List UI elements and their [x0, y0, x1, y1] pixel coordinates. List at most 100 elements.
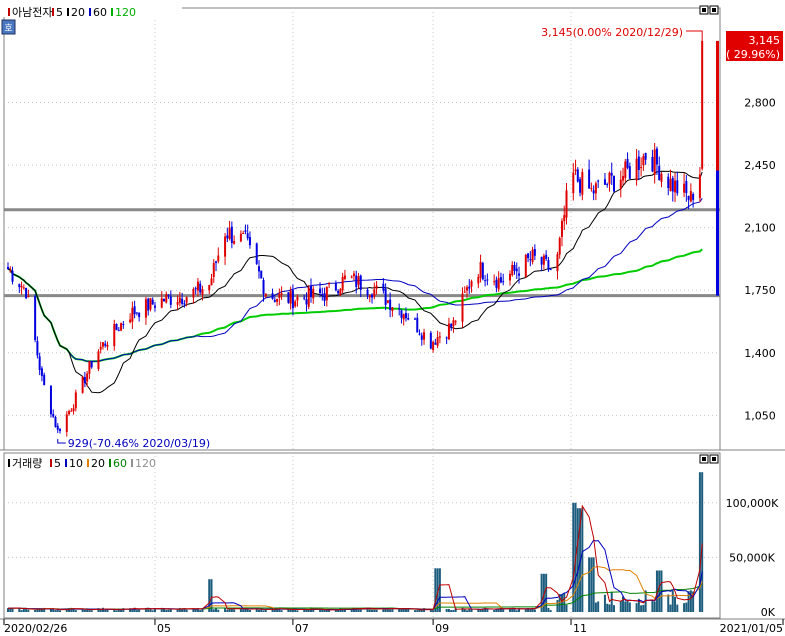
candle-body: [590, 188, 593, 190]
volume-bar: [547, 607, 550, 612]
price-legend-marker: [67, 8, 69, 16]
volume-bar: [594, 602, 597, 612]
candle-body: [215, 261, 218, 263]
candle-body: [581, 172, 584, 195]
volume-bar: [592, 557, 595, 612]
volume-bar: [9, 608, 12, 612]
volume-bar: [248, 609, 251, 612]
candle-body: [129, 319, 132, 323]
volume-bar: [603, 594, 606, 612]
candle-body: [701, 40, 704, 169]
volume-bar: [176, 609, 179, 612]
candle-body: [626, 158, 629, 168]
candle-body: [350, 276, 353, 278]
candle-body: [257, 266, 260, 272]
volume-bar: [676, 604, 679, 612]
candle-body: [255, 243, 258, 264]
volume-bar: [305, 609, 308, 612]
candle-body: [273, 299, 276, 302]
volume-bar: [217, 609, 220, 612]
current-bar-down: [716, 170, 719, 296]
volume-bar: [486, 609, 489, 612]
candle-body: [7, 267, 9, 269]
candle-body: [352, 273, 355, 277]
x-axis-label: 07: [295, 622, 309, 635]
candle-body: [572, 172, 575, 194]
volume-bar: [468, 609, 471, 612]
candle-body: [36, 340, 39, 356]
x-axis-label: 2021/01/05: [720, 622, 783, 635]
candle-body: [343, 275, 346, 279]
volume-legend-marker: [131, 459, 133, 467]
volume-bar: [371, 609, 374, 612]
price-tick-label: 1,750: [744, 284, 776, 297]
candle-body: [463, 291, 466, 293]
candle-body: [217, 255, 220, 262]
candle-body: [11, 270, 14, 282]
volume-bar: [524, 609, 527, 612]
candle-body: [588, 169, 591, 189]
candle-body: [167, 294, 170, 296]
volume-tick-label: 0K: [761, 606, 776, 619]
candle-body: [438, 336, 441, 338]
current-bar-up: [716, 40, 719, 171]
volume-bar: [653, 601, 656, 612]
volume-bar: [319, 610, 322, 612]
volume-bar: [624, 601, 627, 612]
candle-body: [135, 312, 138, 314]
candle-body: [375, 285, 378, 289]
volume-bar: [466, 610, 469, 612]
candle-body: [499, 277, 502, 283]
candle-body: [549, 269, 552, 271]
volume-bar: [701, 472, 704, 612]
volume-bar: [685, 602, 688, 612]
volume-bar: [610, 592, 613, 612]
candle-body: [470, 281, 473, 287]
price-tick-label: 2,100: [744, 222, 776, 235]
candle-body: [34, 296, 37, 340]
candle-body: [692, 194, 695, 200]
candle-body: [542, 255, 545, 265]
volume-bar: [635, 603, 638, 612]
volume-bar: [384, 609, 387, 612]
candle-body: [454, 321, 457, 323]
candle-body: [518, 273, 521, 276]
candle-body: [151, 299, 154, 305]
candle-body: [138, 312, 141, 318]
candle-body: [325, 286, 328, 301]
candle-body: [178, 297, 181, 303]
volume-bar: [101, 607, 104, 612]
candle-body: [642, 156, 645, 166]
candle-body: [196, 281, 199, 291]
candle-body: [612, 176, 615, 192]
candle-body: [104, 343, 107, 346]
volume-bar: [479, 609, 482, 612]
volume-bar: [215, 608, 218, 612]
volume-legend-item: 120: [135, 457, 156, 470]
candle-body: [81, 376, 84, 393]
volume-bar: [626, 600, 629, 612]
candle-body: [97, 351, 100, 369]
candle-body: [86, 373, 89, 382]
candle-body: [524, 254, 527, 278]
candle-body: [242, 233, 245, 235]
candle-body: [359, 275, 362, 290]
candle-body: [671, 177, 674, 192]
candle-body: [429, 332, 432, 349]
candle-body: [357, 276, 360, 285]
volume-tick-label: 100,000K: [726, 497, 779, 510]
candle-body: [233, 241, 236, 244]
candle-body: [515, 268, 518, 272]
candle-body: [83, 377, 86, 383]
candle-body: [185, 297, 188, 303]
candle-body: [547, 260, 550, 270]
candle-body: [685, 180, 688, 194]
candle-body: [531, 249, 534, 262]
candle-body: [131, 307, 134, 322]
volume-legend-item: 5: [54, 457, 61, 470]
volume-bar: [560, 594, 563, 612]
volume-bar: [88, 610, 91, 612]
candle-body: [386, 300, 389, 303]
candle-body: [149, 298, 152, 310]
volume-bar: [606, 603, 609, 612]
